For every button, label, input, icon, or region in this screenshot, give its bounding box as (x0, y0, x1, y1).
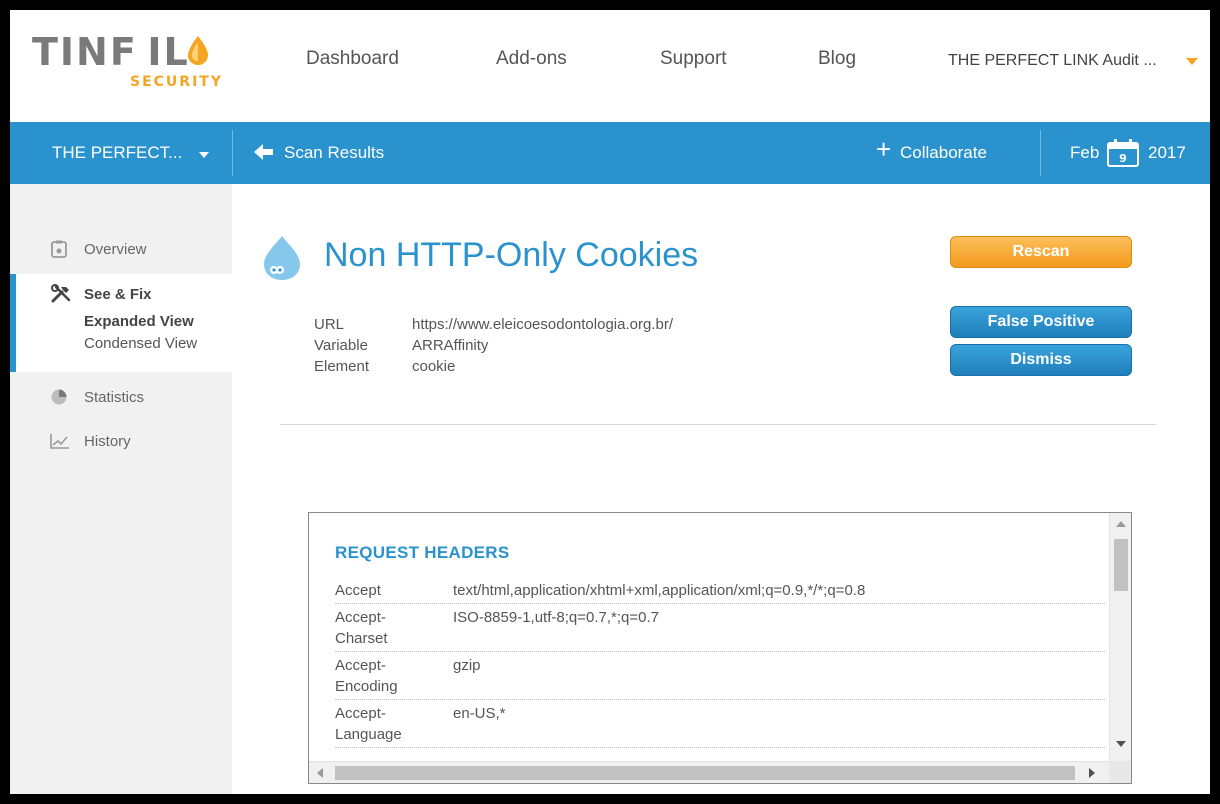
table-row: Accept- Encoding gzip (335, 652, 1105, 700)
meta-key: Variable (314, 337, 368, 354)
account-menu[interactable]: THE PERFECT LINK Audit ... (948, 52, 1157, 70)
scroll-down-icon[interactable] (1116, 741, 1126, 747)
scroll-left-icon[interactable] (317, 768, 323, 778)
sidebar-item-history[interactable]: History (10, 422, 232, 460)
request-headers-title: REQUEST HEADERS (335, 543, 510, 562)
sidebar-subitem-condensed[interactable]: Condensed View (84, 335, 197, 352)
meta-row-url: URL https://www.eleicoesodontologia.org.… (314, 316, 673, 337)
vertical-scrollbar[interactable] (1109, 513, 1131, 763)
nav-addons[interactable]: Add-ons (496, 48, 567, 70)
pie-chart-icon (51, 389, 67, 405)
false-positive-button[interactable]: False Positive (950, 306, 1132, 338)
sidebar-label: Overview (84, 241, 147, 258)
project-selector[interactable]: THE PERFECT... (52, 143, 182, 163)
tools-icon (51, 284, 71, 303)
rescan-button[interactable]: Rescan (950, 236, 1132, 268)
meta-key: Element (314, 358, 370, 375)
scan-results-link[interactable]: Scan Results (284, 143, 384, 163)
collaborate-button[interactable]: Collaborate (900, 143, 987, 163)
page-title: Non HTTP-Only Cookies (324, 236, 699, 274)
tinfoil-logo[interactable]: TINF IL SECURITY (32, 30, 232, 90)
table-row: Accept- Charset ISO-8859-1,utf-8;q=0.7,*… (335, 604, 1105, 652)
calendar-day: 9 (1119, 152, 1127, 165)
header-name: Accept- Encoding (335, 657, 398, 695)
project-caret-icon[interactable] (199, 152, 209, 158)
logo-subtitle: SECURITY (130, 74, 223, 90)
section-divider (280, 424, 1156, 425)
meta-value: cookie (412, 358, 456, 375)
scroll-thumb[interactable] (335, 766, 1075, 780)
table-row: Accept- Language en-US,* (335, 700, 1105, 748)
date-year[interactable]: 2017 (1148, 143, 1186, 163)
dismiss-button[interactable]: Dismiss (950, 344, 1132, 376)
header-value: ISO-8859-1,utf-8;q=0.7,*;q=0.7 (453, 609, 659, 626)
logo-drop-icon (188, 36, 208, 65)
sidebar-item-overview[interactable]: Overview (10, 230, 232, 268)
meta-row-element: Element cookie (314, 358, 673, 379)
calendar-icon[interactable]: 9 (1106, 138, 1140, 168)
header-value: en-US,* (453, 705, 506, 722)
sidebar-label: See & Fix (84, 286, 152, 303)
top-nav: TINF IL SECURITY Dashboard Add-ons Suppo… (10, 10, 1210, 122)
sidebar: Overview See & Fix Expanded View Condens… (10, 184, 232, 794)
bar-divider (1040, 130, 1041, 176)
meta-value: ARRAffinity (412, 337, 489, 354)
clipboard-icon (51, 240, 67, 258)
header-name: Accept (335, 582, 381, 599)
app-window: TINF IL SECURITY Dashboard Add-ons Suppo… (8, 8, 1212, 796)
scroll-up-icon[interactable] (1116, 521, 1126, 527)
request-headers-table: Accept text/html,application/xhtml+xml,a… (335, 577, 1105, 748)
header-value: text/html,application/xhtml+xml,applicat… (453, 582, 866, 599)
meta-key: URL (314, 316, 345, 333)
request-headers-content: REQUEST HEADERS Accept text/html,applica… (309, 513, 1109, 763)
nav-support[interactable]: Support (660, 48, 727, 70)
table-row: Accept text/html,application/xhtml+xml,a… (335, 577, 1105, 604)
nav-dashboard[interactable]: Dashboard (306, 48, 399, 70)
cookie-monster-icon (264, 236, 300, 280)
meta-value[interactable]: https://www.eleicoesodontologia.org.br/ (412, 316, 673, 337)
sidebar-item-see-fix[interactable]: See & Fix Expanded View Condensed View (10, 274, 232, 372)
project-bar: THE PERFECT... Scan Results + Collaborat… (10, 122, 1210, 184)
header-name: Accept- Charset (335, 609, 388, 647)
scroll-corner (1109, 761, 1131, 783)
account-caret-icon[interactable] (1186, 58, 1198, 65)
logo-wordmark: TINF IL (32, 30, 190, 74)
line-chart-icon (50, 434, 69, 449)
date-month[interactable]: Feb (1070, 143, 1099, 163)
sidebar-item-statistics[interactable]: Statistics (10, 378, 232, 416)
request-headers-panel[interactable]: REQUEST HEADERS Accept text/html,applica… (308, 512, 1132, 784)
meta-row-variable: Variable ARRAffinity (314, 337, 673, 358)
header-value: gzip (453, 657, 481, 674)
nav-blog[interactable]: Blog (818, 48, 856, 70)
horizontal-scrollbar[interactable] (309, 761, 1109, 783)
scroll-thumb[interactable] (1114, 539, 1128, 591)
plus-icon[interactable]: + (876, 136, 891, 162)
back-arrow-icon[interactable] (254, 143, 274, 161)
sidebar-label: History (84, 433, 131, 450)
bar-divider (232, 130, 233, 176)
header-name: Accept- Language (335, 705, 402, 743)
vuln-meta: URL https://www.eleicoesodontologia.org.… (314, 316, 673, 379)
sidebar-subitem-expanded[interactable]: Expanded View (84, 313, 194, 330)
sidebar-label: Statistics (84, 389, 145, 406)
scroll-right-icon[interactable] (1089, 768, 1095, 778)
